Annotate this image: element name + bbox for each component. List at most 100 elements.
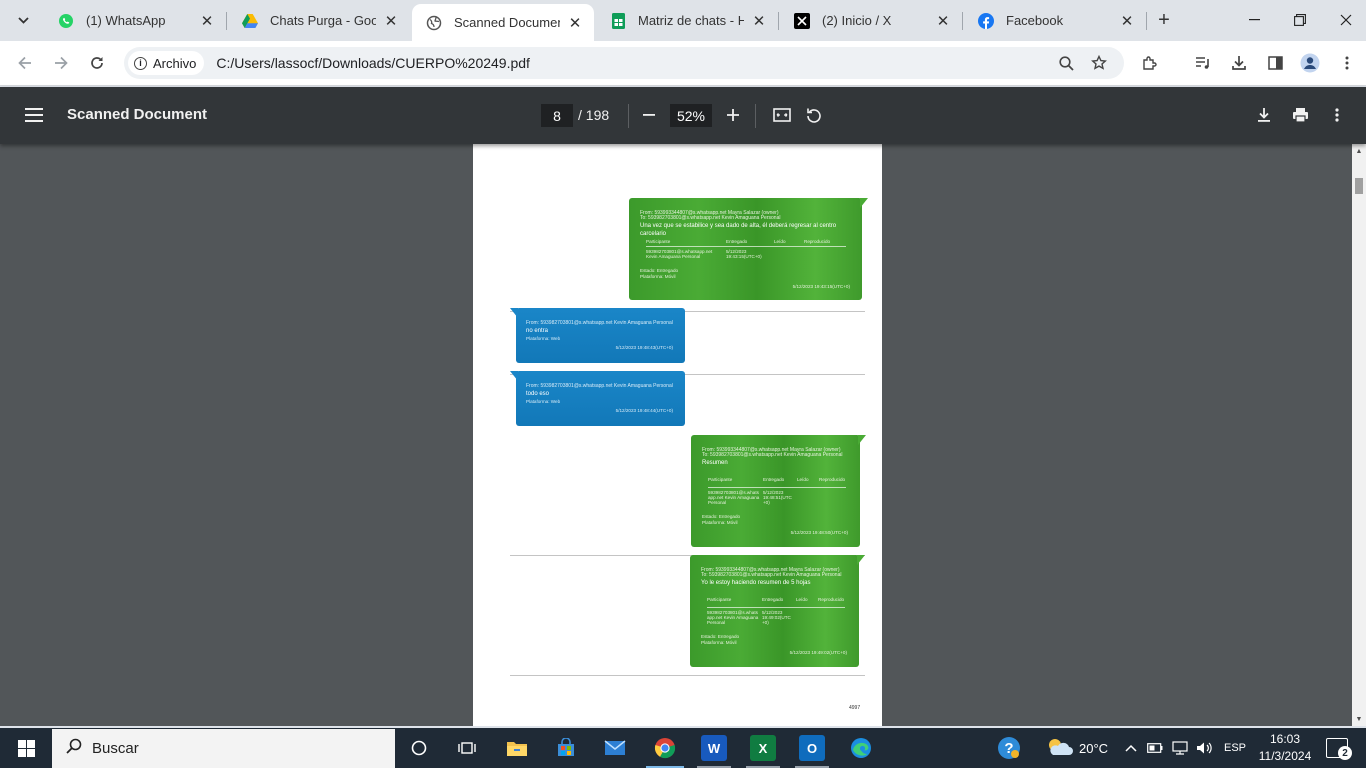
- tab-facebook[interactable]: Facebook ✕: [964, 4, 1146, 37]
- extensions-puzzle-icon[interactable]: [1137, 50, 1163, 76]
- message-time: 5/12/2023 19:48:44(UTC+0): [615, 408, 673, 413]
- zoom-in-button[interactable]: [721, 103, 745, 127]
- page-stamp-number: 4997: [849, 705, 861, 711]
- page-number-input[interactable]: 8: [541, 104, 573, 127]
- zoom-magnifier-icon[interactable]: [1054, 51, 1078, 75]
- message-body: Yo le estoy haciendo resumen de 5 hojas: [701, 580, 811, 586]
- search-icon: [66, 738, 82, 759]
- table-rule: [646, 246, 846, 247]
- task-view-icon[interactable]: [454, 735, 480, 761]
- message-bubble: From: 593993344807@s.whatsapp.net Mayra …: [690, 555, 865, 667]
- restore-button[interactable]: [1277, 0, 1323, 40]
- minimize-button[interactable]: [1231, 0, 1277, 40]
- message-table-header: Participante Entregado Leído Reproducido: [646, 239, 831, 244]
- message-body: no entra: [526, 328, 549, 334]
- message-time: 5/12/2023 19:43:15(UTC+0): [792, 284, 850, 289]
- microsoft-store-icon[interactable]: [553, 735, 579, 761]
- close-icon[interactable]: ✕: [382, 12, 400, 30]
- clock-date: 11/3/2024: [1258, 749, 1312, 763]
- cortana-icon[interactable]: [406, 735, 432, 761]
- tab-divider: [962, 12, 963, 30]
- volume-icon[interactable]: [1196, 728, 1212, 768]
- edge-icon[interactable]: [848, 735, 874, 761]
- side-panel-icon[interactable]: [1262, 50, 1288, 76]
- word-icon[interactable]: W: [701, 735, 727, 761]
- print-icon[interactable]: [1288, 103, 1312, 127]
- taskbar-search-box[interactable]: Buscar: [52, 729, 395, 768]
- tab-search-chevron-icon[interactable]: [10, 8, 36, 32]
- scroll-up-arrow-icon[interactable]: ▲: [1355, 147, 1363, 155]
- reload-icon[interactable]: [84, 50, 110, 76]
- new-tab-button[interactable]: +: [1152, 8, 1176, 32]
- close-icon[interactable]: ✕: [934, 12, 952, 30]
- show-hidden-icons-chevron-icon[interactable]: [1125, 728, 1137, 768]
- file-explorer-icon[interactable]: [504, 735, 530, 761]
- tab-whatsapp[interactable]: (1) WhatsApp ✕: [44, 4, 226, 37]
- pdf-download-icon[interactable]: [1252, 103, 1276, 127]
- table-cell: +0): [762, 620, 769, 625]
- url-text[interactable]: C:/Users/lassocf/Downloads/CUERPO%20249.…: [216, 55, 530, 71]
- table-rule: [707, 607, 845, 608]
- message-time: 5/12/2023 19:49:02(UTC+0): [789, 650, 847, 655]
- close-window-button[interactable]: [1323, 0, 1366, 40]
- windows-start-icon[interactable]: [18, 740, 35, 757]
- media-control-icon[interactable]: [1190, 50, 1216, 76]
- tab-divider: [778, 12, 779, 30]
- taskbar-search-placeholder: Buscar: [92, 740, 139, 757]
- tab-title: (2) Inicio / X: [822, 13, 892, 28]
- outlook-icon[interactable]: O: [799, 735, 825, 761]
- message-to: To: 593982703801@s.whatsapp.net Kevin Am…: [640, 215, 781, 221]
- back-arrow-icon[interactable]: [12, 50, 38, 76]
- mail-icon[interactable]: [602, 735, 628, 761]
- address-bar[interactable]: i Archivo C:/Users/lassocf/Downloads/CUE…: [124, 47, 1124, 79]
- table-rule: [708, 487, 846, 488]
- tab-chats-purga[interactable]: Chats Purga - Google ✕: [228, 4, 410, 37]
- tab-title: Matriz de chats - Hoj: [638, 13, 744, 28]
- google-sheets-icon: [610, 12, 626, 29]
- close-icon[interactable]: ✕: [198, 12, 216, 30]
- toolbar-divider: [628, 104, 629, 128]
- system-clock[interactable]: 16:03 11/3/2024: [1252, 731, 1318, 765]
- pdf-menu-icon[interactable]: [24, 105, 44, 125]
- language-indicator[interactable]: ESP: [1224, 728, 1246, 768]
- close-icon[interactable]: ✕: [566, 14, 584, 32]
- pdf-document-area[interactable]: From: 593993344807@s.whatsapp.net Mayra …: [0, 144, 1352, 726]
- tab-x[interactable]: (2) Inicio / X ✕: [780, 4, 962, 37]
- zoom-out-button[interactable]: [637, 103, 661, 127]
- forward-arrow-icon[interactable]: [48, 50, 74, 76]
- whatsapp-icon: [58, 13, 74, 29]
- page-total: / 198: [578, 107, 610, 123]
- network-icon[interactable]: [1172, 728, 1188, 768]
- more-menu-icon[interactable]: [1334, 50, 1360, 76]
- message-status: Estado: Entregado: [702, 514, 741, 519]
- chrome-icon[interactable]: [652, 735, 678, 761]
- help-icon[interactable]: ?: [996, 735, 1022, 761]
- battery-icon[interactable]: [1147, 728, 1163, 768]
- table-cell: 19:43:15(UTC+0): [726, 254, 762, 259]
- pdf-more-icon[interactable]: [1325, 103, 1349, 127]
- message-from: From: 593982703801@s.whatsapp.net Kevin …: [526, 320, 673, 326]
- site-info-chip[interactable]: i Archivo: [128, 51, 205, 75]
- close-icon[interactable]: ✕: [1118, 12, 1136, 30]
- vertical-scrollbar[interactable]: ▲ ▼: [1352, 144, 1366, 726]
- scroll-down-arrow-icon[interactable]: ▼: [1355, 715, 1363, 723]
- fit-to-page-icon[interactable]: [770, 103, 794, 127]
- bookmark-star-icon[interactable]: [1087, 51, 1111, 75]
- rotate-icon[interactable]: [802, 103, 826, 127]
- weather-temperature: 20°C: [1079, 740, 1109, 756]
- scrollbar-thumb[interactable]: [1355, 178, 1363, 194]
- close-icon[interactable]: ✕: [750, 12, 768, 30]
- site-chip-label: Archivo: [153, 55, 197, 71]
- weather-widget[interactable]: 20°C: [1045, 728, 1108, 768]
- excel-icon[interactable]: X: [750, 735, 776, 761]
- weather-cloud-icon: [1045, 737, 1073, 760]
- info-icon: i: [134, 56, 147, 70]
- profile-avatar-icon[interactable]: [1297, 50, 1323, 76]
- tab-matriz-chats[interactable]: Matriz de chats - Hoj ✕: [596, 4, 778, 37]
- download-icon[interactable]: [1226, 50, 1252, 76]
- zoom-input[interactable]: 52%: [670, 104, 712, 127]
- table-cell: Kevin Amaguana Personal: [646, 254, 701, 259]
- table-cell: Personal: [708, 500, 727, 505]
- tab-scanned-document[interactable]: Scanned Document ✕: [412, 4, 594, 41]
- message-separator: [510, 675, 865, 676]
